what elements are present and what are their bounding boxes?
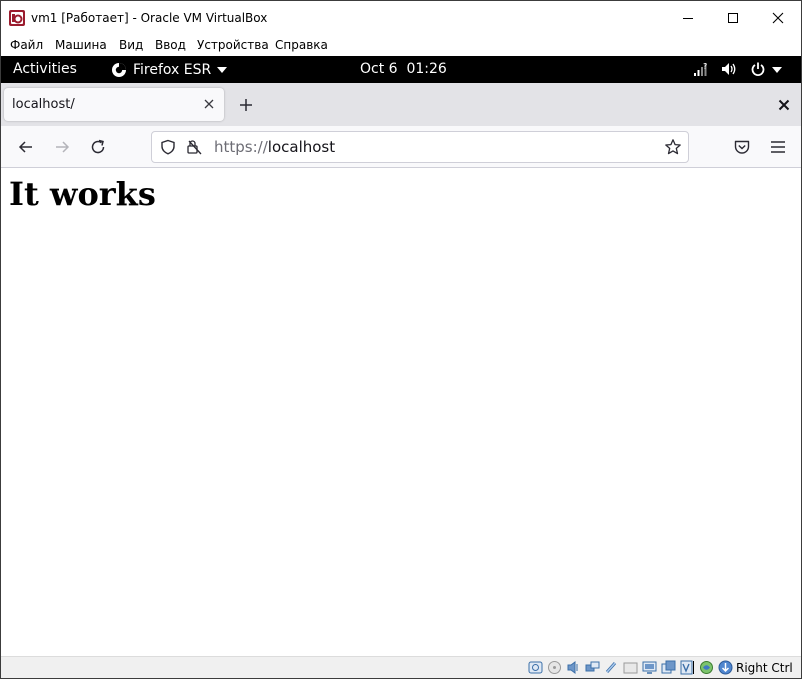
minimize-button[interactable]	[665, 1, 711, 35]
menu-help[interactable]: Справка	[275, 38, 328, 53]
shield-icon[interactable]	[160, 139, 176, 155]
window-title: vm1 [Работает] - Oracle VM VirtualBox	[31, 11, 268, 25]
volume-icon	[722, 63, 736, 75]
web-page-content: It works	[1, 168, 801, 656]
chevron-down-icon	[217, 66, 228, 73]
menu-machine[interactable]: Машина	[55, 38, 107, 53]
close-window-icon[interactable]	[777, 98, 791, 112]
gnome-top-bar: Activities Firefox ESR Oct 6 01:26 ?	[1, 56, 801, 83]
vbox-title-bar: vm1 [Работает] - Oracle VM VirtualBox	[1, 1, 801, 35]
app-menu[interactable]: Firefox ESR	[111, 59, 228, 80]
mouse-integration-icon[interactable]	[718, 660, 733, 675]
chevron-down-icon	[772, 67, 782, 73]
close-icon	[772, 12, 784, 24]
usb-icon[interactable]	[604, 660, 619, 675]
vbox-menu-bar: Файл Машина Вид Ввод Устройства Справка	[1, 35, 801, 56]
pocket-icon[interactable]	[733, 138, 751, 156]
network-icon: ?	[694, 62, 707, 76]
url-bar[interactable]: https://localhost	[151, 131, 689, 163]
power-icon	[751, 62, 765, 76]
app-menu-label: Firefox ESR	[133, 61, 212, 78]
hamburger-menu-icon[interactable]	[769, 138, 787, 156]
optical-drive-icon[interactable]	[547, 660, 562, 675]
url-host: localhost	[267, 138, 336, 156]
activities-button[interactable]: Activities	[13, 61, 77, 78]
network-adapter-icon[interactable]	[585, 660, 600, 675]
minimize-icon	[683, 18, 693, 19]
menu-file[interactable]: Файл	[10, 38, 43, 53]
menu-view[interactable]: Вид	[119, 38, 143, 53]
clock[interactable]: Oct 6 01:26	[360, 61, 447, 78]
new-tab-icon[interactable]	[238, 97, 254, 113]
tab-strip: localhost/	[1, 83, 801, 126]
bookmark-star-icon[interactable]	[664, 138, 682, 156]
forward-arrow-icon[interactable]	[53, 138, 71, 156]
display-icon[interactable]	[642, 660, 657, 675]
tab-title: localhost/	[12, 97, 75, 112]
shared-folders-icon[interactable]	[623, 660, 638, 675]
url-scheme: https://	[214, 138, 268, 156]
video-capture-icon[interactable]	[661, 660, 676, 675]
audio-icon[interactable]	[566, 660, 581, 675]
lock-warning-icon[interactable]	[186, 139, 202, 155]
maximize-button[interactable]	[710, 1, 756, 35]
host-key-label: Right Ctrl	[736, 661, 793, 675]
virtualization-icon[interactable]	[680, 660, 695, 675]
navigation-bar: https://localhost	[1, 126, 801, 168]
virtualbox-icon	[9, 10, 25, 26]
vbox-status-bar: Right Ctrl	[1, 656, 801, 678]
guest-additions-icon[interactable]	[699, 660, 714, 675]
svg-text:?: ?	[703, 62, 707, 71]
maximize-icon	[728, 13, 738, 23]
page-heading: It works	[9, 175, 156, 213]
hard-disk-icon[interactable]	[528, 660, 543, 675]
menu-devices[interactable]: Устройства	[197, 38, 269, 53]
virtualbox-window: vm1 [Работает] - Oracle VM VirtualBox Фа…	[0, 0, 802, 679]
close-tab-icon[interactable]	[202, 97, 216, 111]
url-text[interactable]: https://localhost	[214, 138, 335, 156]
tab-localhost[interactable]: localhost/	[4, 88, 224, 121]
menu-input[interactable]: Ввод	[155, 38, 186, 53]
reload-icon[interactable]	[89, 138, 107, 156]
firefox-icon	[112, 62, 126, 77]
close-button[interactable]	[755, 1, 801, 35]
back-arrow-icon[interactable]	[17, 138, 35, 156]
